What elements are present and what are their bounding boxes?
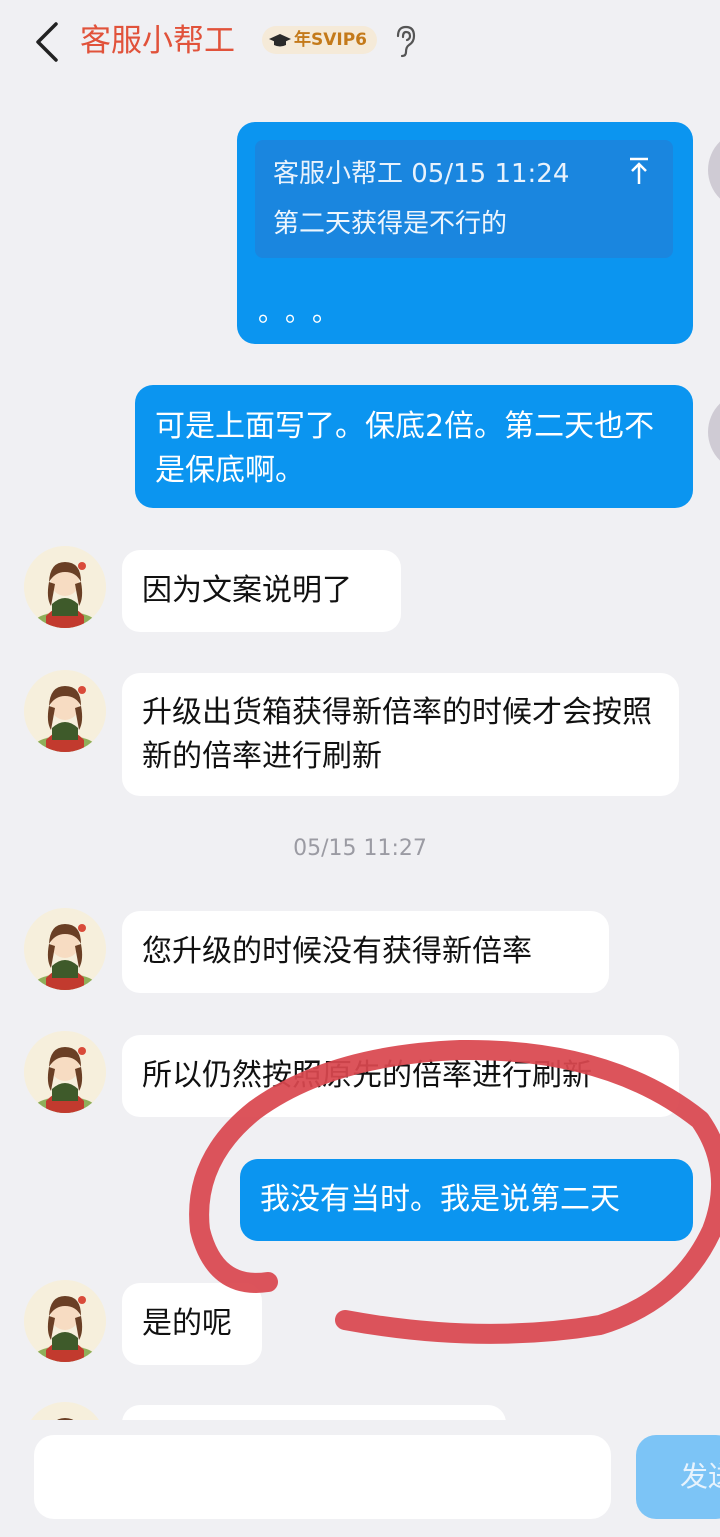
outgoing-message[interactable]: 可是上面写了。保底2倍。第二天也不是保底啊。 <box>135 385 693 508</box>
incoming-message[interactable]: 因为文案说明了 <box>122 550 401 632</box>
quoted-author-time: 客服小帮工 05/15 11:24 <box>273 159 570 189</box>
back-arrow-icon[interactable] <box>28 18 68 66</box>
graduation-hat-icon <box>269 34 291 47</box>
agent-avatar[interactable] <box>24 1280 106 1362</box>
message-input[interactable] <box>34 1435 611 1519</box>
message-text: 所以仍然按照原先的倍率进行刷新 <box>142 1058 592 1093</box>
message-text: 。。。 <box>258 298 353 328</box>
anime-girl-icon <box>24 1280 106 1362</box>
message-text: 您升级的时候没有获得新倍率 <box>142 934 532 969</box>
send-button-label: 发送 <box>680 1460 720 1493</box>
quoted-text: 第二天获得是不行的 <box>273 209 508 239</box>
message-text: 可是上面写了。保底2倍。第二天也不是保底啊。 <box>155 409 655 488</box>
svip-badge-label: 年SVIP6 <box>294 30 368 50</box>
incoming-message[interactable]: 是的呢 <box>122 1283 262 1365</box>
timestamp-divider: 05/15 11:27 <box>293 836 427 861</box>
anime-girl-icon <box>24 546 106 628</box>
send-button[interactable]: 发送 <box>636 1435 720 1519</box>
agent-avatar[interactable] <box>24 908 106 990</box>
message-text: 升级出货箱获得新倍率的时候才会按照新的倍率进行刷新 <box>142 695 652 774</box>
outgoing-message[interactable]: 我没有当时。我是说第二天 <box>240 1159 693 1241</box>
message-text: 是的呢 <box>142 1306 232 1341</box>
jump-to-top-icon[interactable] <box>627 156 651 186</box>
agent-avatar[interactable] <box>24 670 106 752</box>
anime-girl-icon <box>24 908 106 990</box>
svip-badge[interactable]: 年SVIP6 <box>262 26 378 54</box>
my-avatar[interactable] <box>708 392 720 472</box>
ear-icon[interactable] <box>393 24 417 58</box>
incoming-message[interactable]: 您升级的时候没有获得新倍率 <box>122 911 609 993</box>
chat-title[interactable]: 客服小帮工 <box>80 20 235 62</box>
agent-avatar[interactable] <box>24 546 106 628</box>
incoming-message[interactable]: 所以仍然按照原先的倍率进行刷新 <box>122 1035 679 1117</box>
my-avatar[interactable] <box>708 130 720 210</box>
message-text: 我没有当时。我是说第二天 <box>260 1182 620 1217</box>
anime-girl-icon <box>24 670 106 752</box>
chat-header: 客服小帮工 年SVIP6 <box>0 0 720 90</box>
incoming-message[interactable]: 升级出货箱获得新倍率的时候才会按照新的倍率进行刷新 <box>122 673 679 796</box>
anime-girl-icon <box>24 1031 106 1113</box>
quoted-reply[interactable]: 客服小帮工 05/15 11:24 第二天获得是不行的 <box>255 140 673 258</box>
message-text: 因为文案说明了 <box>142 573 352 608</box>
agent-avatar[interactable] <box>24 1031 106 1113</box>
